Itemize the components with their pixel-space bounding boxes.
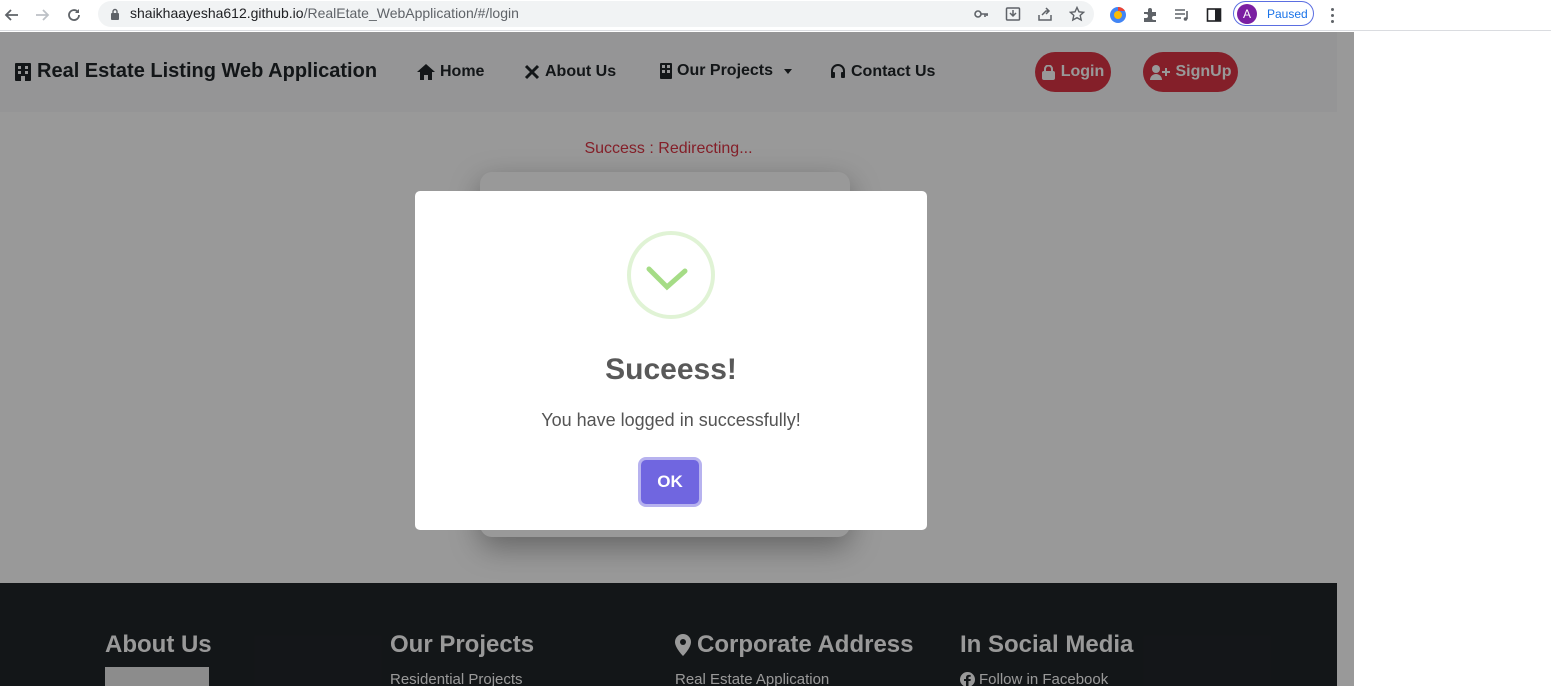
puzzle-icon[interactable] bbox=[1140, 5, 1160, 25]
share-icon[interactable] bbox=[1036, 5, 1054, 23]
page-blank-area bbox=[1354, 32, 1551, 686]
avatar: A bbox=[1237, 3, 1257, 24]
lock-icon bbox=[111, 8, 119, 20]
back-button[interactable] bbox=[0, 3, 24, 27]
reload-button[interactable] bbox=[62, 3, 86, 27]
modal-message: You have logged in successfully! bbox=[541, 410, 801, 430]
profile-status: Paused bbox=[1267, 6, 1308, 21]
reload-icon bbox=[68, 9, 80, 21]
extension-color-icon[interactable] bbox=[1108, 5, 1128, 25]
modal-title: Suceess! bbox=[605, 353, 737, 386]
arrow-right-icon bbox=[36, 9, 50, 21]
browser-toolbar: shaikhaayesha612.github.io/RealEtate_Web… bbox=[0, 0, 1551, 31]
forward-button[interactable] bbox=[30, 3, 54, 27]
check-icon bbox=[646, 266, 688, 291]
page-viewport: Real Estate Listing Web Application Home… bbox=[0, 32, 1354, 686]
ok-button[interactable]: OK bbox=[641, 460, 699, 504]
install-icon[interactable] bbox=[1004, 5, 1022, 23]
profile-button[interactable]: A Paused bbox=[1233, 1, 1314, 26]
bookmark-star-icon[interactable] bbox=[1068, 5, 1086, 23]
side-panel-icon[interactable] bbox=[1204, 5, 1224, 25]
menu-kebab-icon[interactable] bbox=[1324, 5, 1340, 25]
media-playlist-icon[interactable] bbox=[1172, 5, 1192, 25]
success-modal: Suceess! You have logged in successfully… bbox=[415, 191, 927, 530]
key-icon[interactable] bbox=[972, 5, 990, 23]
url-text: shaikhaayesha612.github.io/RealEtate_Web… bbox=[130, 5, 519, 21]
address-bar[interactable]: shaikhaayesha612.github.io/RealEtate_Web… bbox=[98, 1, 1094, 27]
arrow-left-icon bbox=[4, 9, 18, 21]
